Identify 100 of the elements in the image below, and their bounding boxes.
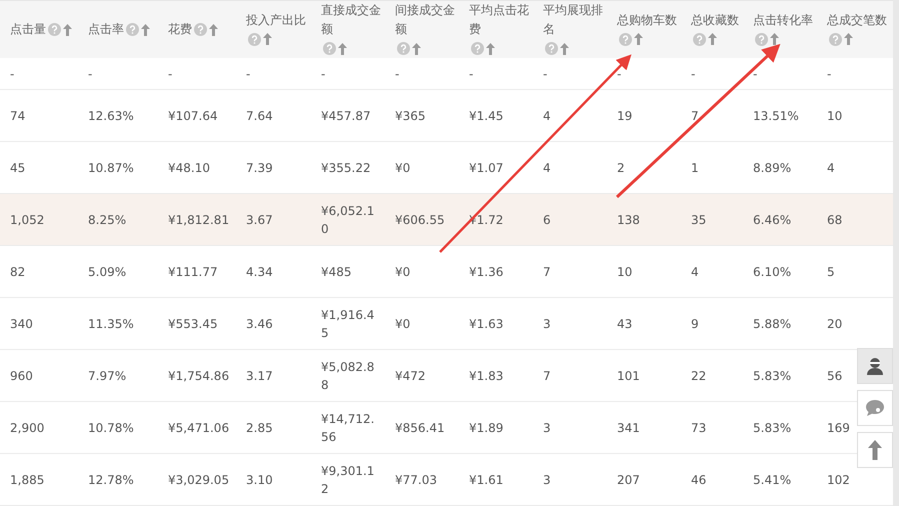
table-cell: ¥1.89	[469, 420, 504, 434]
table-cell: ¥485	[321, 264, 352, 278]
table-cell: ¥48.10	[168, 160, 210, 174]
help-icon[interactable]	[48, 23, 61, 36]
table-cell: ¥606.55	[395, 212, 445, 226]
help-icon[interactable]	[829, 32, 842, 46]
table-cell: 35	[691, 212, 706, 226]
sort-arrow-icon[interactable]	[263, 33, 272, 46]
table-cell: 7	[543, 264, 551, 278]
table-cell: 102	[827, 472, 850, 486]
side-button[interactable]	[857, 390, 893, 426]
table-cell: 340	[10, 316, 33, 330]
table-cell: 12.78%	[88, 472, 134, 486]
table-cell: -	[543, 66, 548, 80]
table-cell: ¥1.83	[469, 368, 504, 382]
table-cell: ¥0	[395, 264, 410, 278]
column-header[interactable]: 花费	[168, 20, 192, 40]
help-icon[interactable]	[397, 42, 410, 56]
table-cell: -	[691, 66, 696, 80]
table-cell: 2.85	[246, 420, 273, 434]
table-cell: 4	[543, 108, 551, 122]
column-header[interactable]: 点击量	[10, 20, 46, 40]
help-icon[interactable]	[194, 23, 207, 36]
table-cell: 3	[543, 420, 551, 434]
table-cell: 1	[691, 160, 699, 174]
help-icon[interactable]	[126, 23, 139, 36]
sort-arrow-icon[interactable]	[338, 42, 347, 55]
table-cell: -	[617, 66, 622, 80]
sort-arrow-icon[interactable]	[412, 42, 421, 55]
sort-arrow-icon[interactable]	[486, 42, 495, 55]
table-cell: 207	[617, 472, 640, 486]
table-cell: 56	[827, 368, 842, 382]
table-cell: ¥1.07	[469, 160, 504, 174]
table-cell: 12.63%	[88, 108, 134, 122]
table-cell: 7.97%	[88, 368, 126, 382]
sort-arrow-icon[interactable]	[770, 33, 779, 46]
help-icon[interactable]	[248, 32, 261, 46]
help-icon[interactable]	[693, 32, 706, 46]
table-cell: 7	[691, 108, 699, 122]
table-cell: 11.35%	[88, 316, 134, 330]
column-header[interactable]: 点击率	[88, 20, 124, 40]
help-icon[interactable]	[619, 32, 632, 46]
sort-arrow-icon[interactable]	[634, 33, 643, 46]
table-cell: 10.87%	[88, 160, 134, 174]
table-cell: 4	[543, 160, 551, 174]
table-cell: 73	[691, 420, 706, 434]
person-icon	[865, 356, 885, 376]
sort-arrow-icon[interactable]	[209, 24, 218, 36]
table-cell: ¥107.64	[168, 108, 218, 122]
sort-arrow-icon[interactable]	[708, 33, 717, 46]
table-cell: 10.78%	[88, 420, 134, 434]
table-cell: 74	[10, 108, 26, 122]
sort-arrow-icon[interactable]	[63, 24, 72, 36]
table-cell: 3.10	[246, 472, 273, 486]
table-cell: ¥1,812.81	[168, 212, 230, 226]
table-cell: 20	[827, 316, 842, 330]
table-cell: 169	[827, 420, 850, 434]
table-cell: 2,900	[10, 420, 44, 434]
table-cell: 7	[543, 368, 551, 382]
sort-arrow-icon[interactable]	[844, 33, 853, 46]
table-cell: ¥9,301.12	[321, 464, 374, 496]
table-cell: ¥5,082.88	[321, 360, 374, 392]
table-cell: 4	[691, 264, 699, 278]
table-cell: 3	[543, 316, 551, 330]
table-cell: ¥553.45	[168, 316, 218, 330]
help-icon[interactable]	[545, 42, 558, 56]
table-cell: -	[469, 66, 474, 80]
table-cell: ¥0	[395, 160, 410, 174]
table-cell: ¥365	[395, 108, 426, 122]
side-button[interactable]	[857, 348, 893, 384]
chat-bubble-icon	[865, 399, 885, 417]
table-cell: -	[246, 66, 250, 80]
table-cell: ¥6,052.10	[321, 204, 374, 236]
table-cell: ¥0	[395, 316, 410, 330]
help-icon[interactable]	[471, 42, 484, 56]
table-cell: 10	[617, 264, 632, 278]
table-cell: 4.34	[246, 264, 273, 278]
side-button[interactable]	[857, 432, 893, 468]
table-cell: ¥5,471.06	[168, 420, 230, 434]
table-cell: 19	[617, 108, 632, 122]
table-cell: -	[395, 66, 400, 80]
table-cell: ¥3,029.05	[168, 472, 230, 486]
table-cell: ¥457.87	[321, 108, 371, 122]
table-cell: ¥856.41	[395, 420, 445, 434]
table-cell: 138	[617, 212, 640, 226]
table-cell: 101	[617, 368, 640, 382]
help-icon[interactable]	[323, 42, 336, 56]
table-cell: ¥14,712.56	[321, 412, 374, 444]
table-cell: 6.46%	[753, 212, 792, 226]
table-cell: 3	[543, 472, 551, 486]
table-cell: 6.10%	[753, 264, 792, 278]
table-cell: 5.88%	[753, 316, 792, 330]
table-cell: 5.83%	[753, 420, 792, 434]
help-icon[interactable]	[755, 32, 768, 46]
table-cell: -	[88, 66, 92, 80]
table-cell: ¥111.77	[168, 264, 218, 278]
scrollbar[interactable]	[893, 0, 899, 506]
table-cell: -	[827, 66, 832, 80]
sort-arrow-icon[interactable]	[141, 24, 150, 36]
sort-arrow-icon[interactable]	[560, 42, 569, 55]
